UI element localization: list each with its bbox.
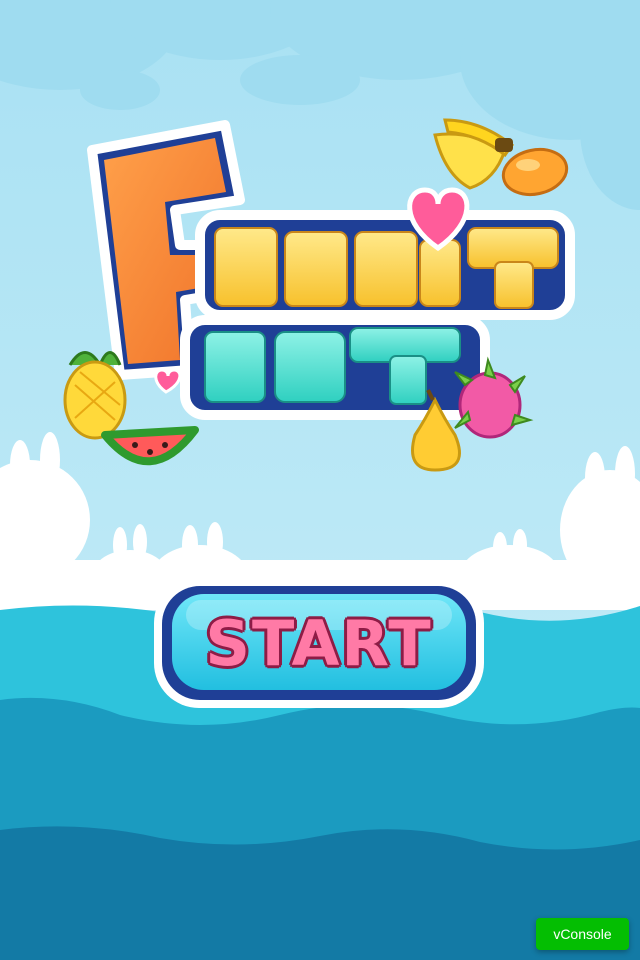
start-button-label: START bbox=[205, 606, 433, 680]
start-button[interactable]: START bbox=[154, 578, 484, 708]
vconsole-button[interactable]: vConsole bbox=[536, 918, 629, 950]
logo-text-line2: FEST bbox=[247, 333, 413, 403]
logo-text-line1: FRUIT bbox=[224, 232, 437, 306]
game-scene: FRUIT FEST bbox=[0, 0, 640, 960]
